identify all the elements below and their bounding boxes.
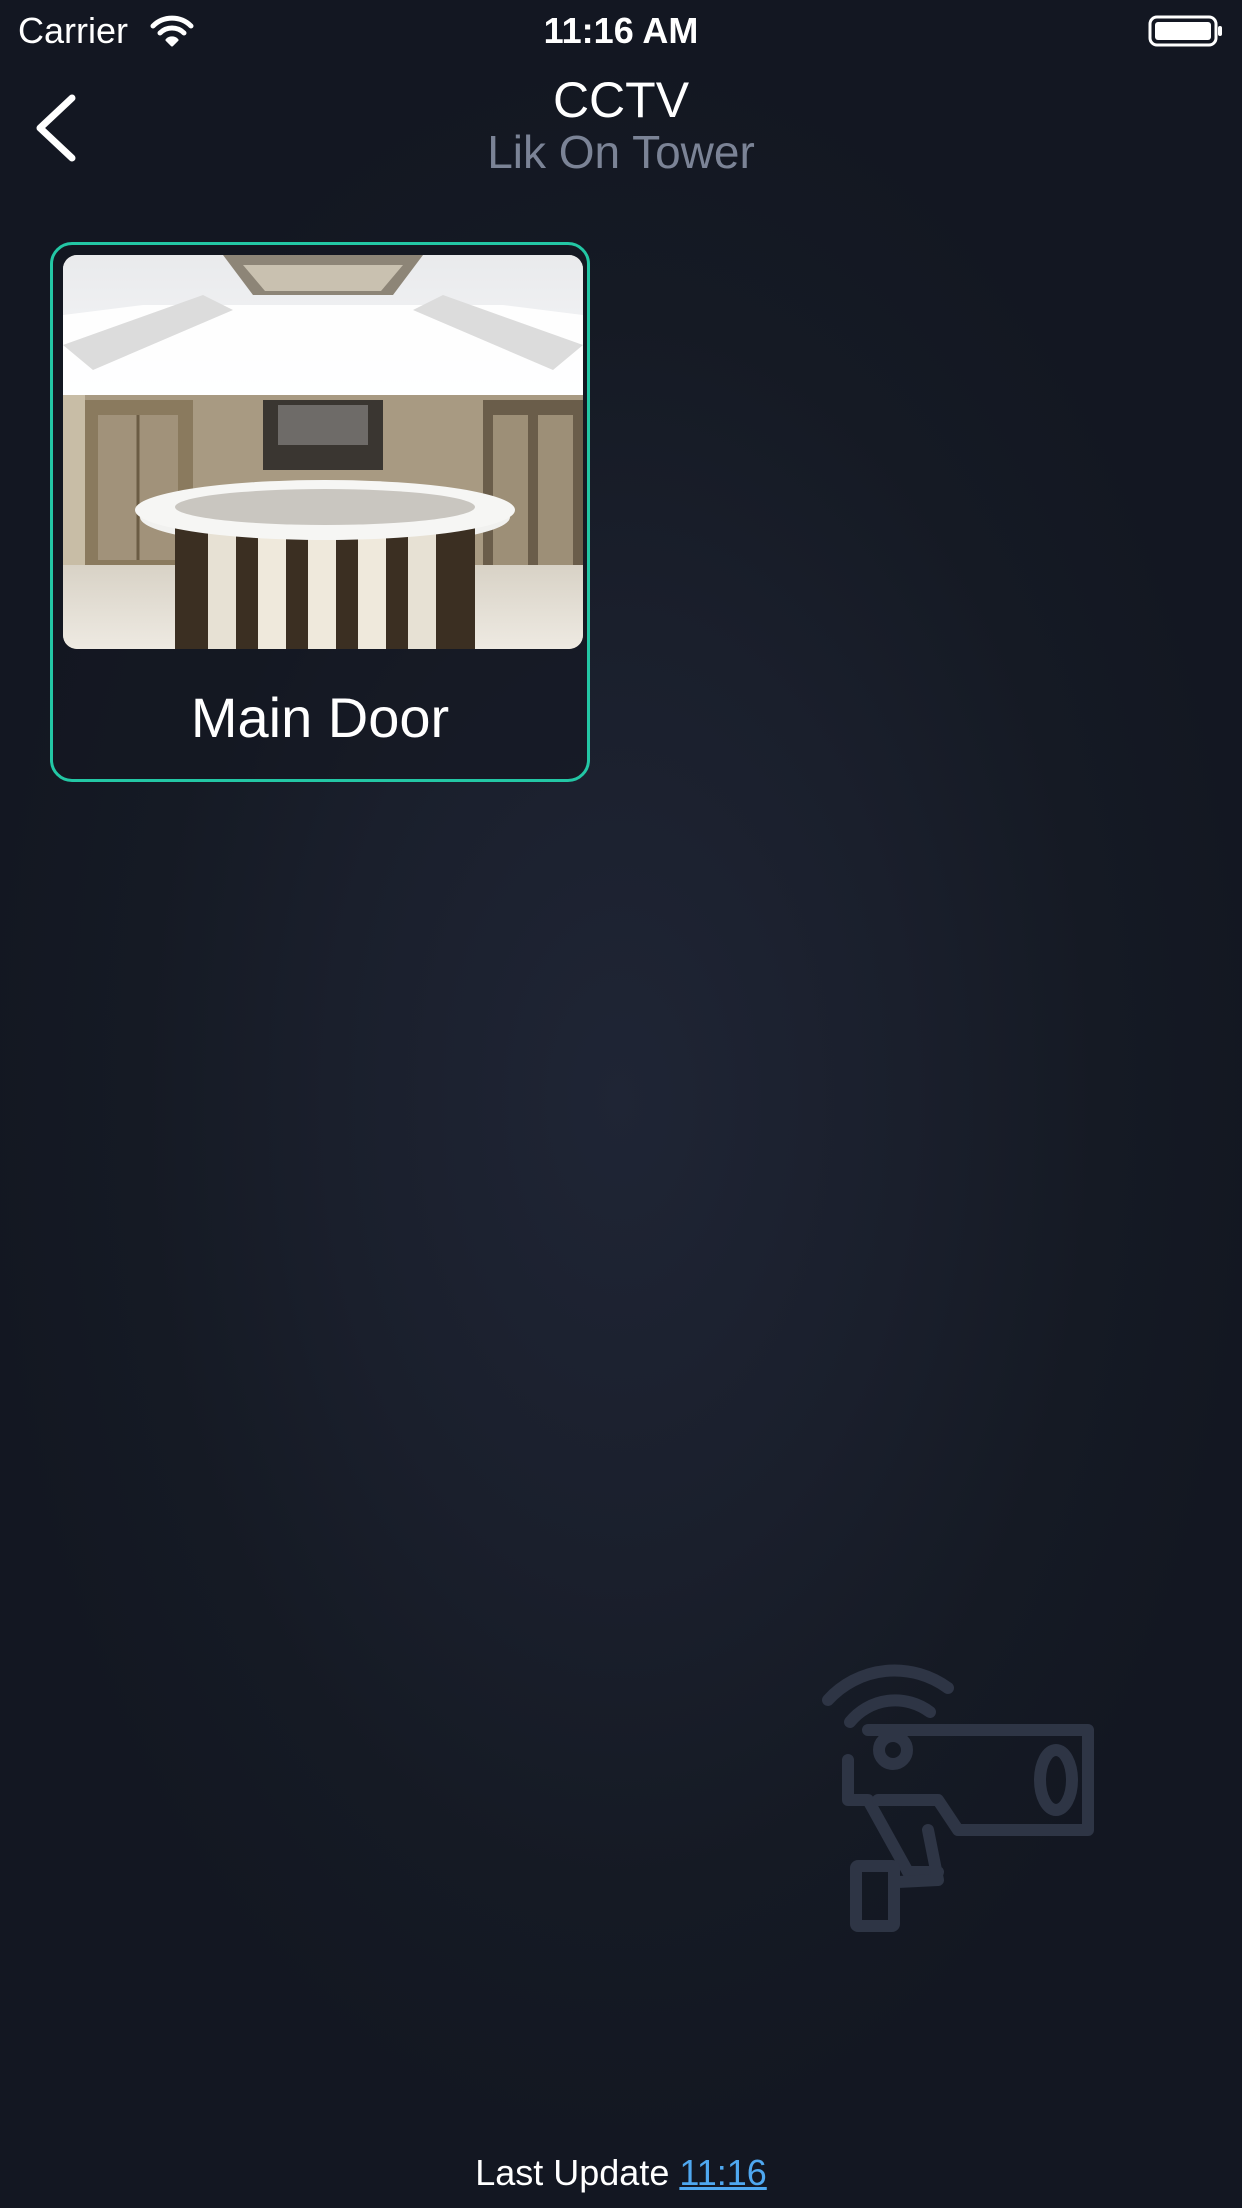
cctv-camera-icon xyxy=(822,1664,1094,1932)
camera-thumbnail xyxy=(63,255,583,649)
last-update-time-link[interactable]: 11:16 xyxy=(679,2152,766,2193)
last-update-footer: Last Update 11:16 xyxy=(0,2152,1242,2194)
camera-card-main-door[interactable]: Main Door xyxy=(50,242,590,782)
navigation-bar: CCTV Lik On Tower xyxy=(0,60,1242,190)
page-subtitle: Lik On Tower xyxy=(487,126,755,178)
status-bar: Carrier 11:16 AM xyxy=(0,0,1242,60)
battery-icon xyxy=(1148,15,1222,47)
last-update-label: Last Update xyxy=(475,2152,670,2193)
page-title: CCTV xyxy=(552,72,690,128)
camera-name-label: Main Door xyxy=(190,686,450,749)
status-time: 11:16 AM xyxy=(543,10,699,51)
